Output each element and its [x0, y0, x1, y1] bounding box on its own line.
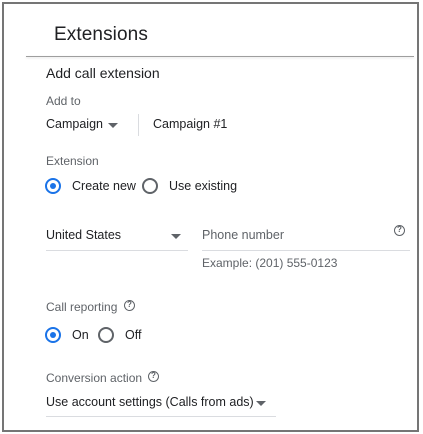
radio-create-new[interactable]: Create new: [45, 177, 137, 197]
radio-call-reporting-off[interactable]: Off: [98, 326, 148, 346]
chevron-down-icon: [256, 401, 266, 406]
phone-number-input[interactable]: Phone number: [202, 222, 410, 250]
extensions-panel: Extensions Add call extension Add to Cam…: [2, 2, 419, 432]
phone-example-hint: Example: (201) 555-0123: [202, 256, 338, 270]
conversion-action-value: Use account settings (Calls from ads): [46, 395, 254, 409]
country-underline: [46, 250, 188, 251]
radio-use-existing-label: Use existing: [169, 179, 238, 193]
country-value: United States: [46, 228, 122, 242]
header-divider: [26, 56, 414, 57]
radio-checked-icon: [45, 178, 61, 194]
add-to-label: Add to: [46, 94, 81, 108]
help-icon[interactable]: ?: [124, 300, 135, 311]
radio-use-existing[interactable]: Use existing: [142, 177, 242, 197]
add-to-level-value: Campaign: [46, 117, 103, 131]
radio-unchecked-icon: [98, 327, 114, 343]
chevron-down-icon: [171, 234, 181, 239]
radio-create-new-label: Create new: [72, 179, 136, 193]
extension-label: Extension: [46, 154, 99, 168]
radio-call-reporting-on[interactable]: On: [45, 326, 95, 346]
phone-number-placeholder: Phone number: [202, 228, 285, 242]
add-to-campaign-value: Campaign #1: [153, 117, 228, 131]
divider: [138, 114, 139, 136]
radio-on-label: On: [72, 328, 89, 342]
phone-number-underline: [202, 250, 410, 251]
chevron-down-icon: [108, 123, 118, 128]
help-icon[interactable]: ?: [394, 225, 405, 236]
page-title: Extensions: [54, 24, 148, 45]
section-title: Add call extension: [46, 65, 160, 81]
call-reporting-label: Call reporting: [46, 300, 118, 314]
radio-off-label: Off: [125, 328, 142, 342]
add-to-level-dropdown[interactable]: Campaign: [46, 112, 126, 138]
conversion-action-dropdown[interactable]: Use account settings (Calls from ads): [46, 389, 276, 415]
radio-checked-icon: [45, 327, 61, 343]
help-icon[interactable]: ?: [148, 371, 159, 382]
conversion-action-underline: [46, 416, 276, 417]
conversion-action-label: Conversion action: [46, 371, 143, 385]
radio-unchecked-icon: [142, 178, 158, 194]
country-dropdown[interactable]: United States: [46, 222, 188, 248]
add-to-campaign-dropdown[interactable]: Campaign #1: [153, 112, 273, 138]
